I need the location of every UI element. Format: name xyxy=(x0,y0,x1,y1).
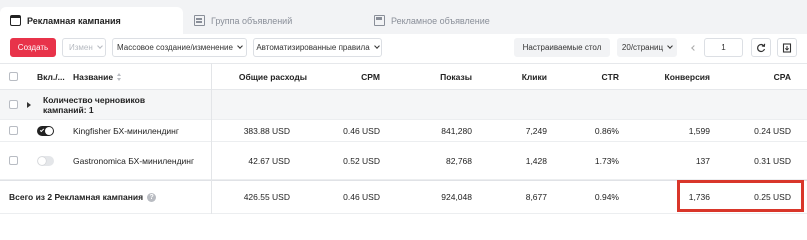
col-name-label: Название xyxy=(73,71,114,82)
total-spend: 426.55 USD xyxy=(243,192,290,202)
tab-ad[interactable]: Рекламное объявление xyxy=(374,7,490,34)
sort-icon xyxy=(117,72,122,81)
total-clicks: 8,677 xyxy=(525,192,547,202)
total-ctr: 0.94% xyxy=(594,192,619,202)
info-icon[interactable]: ? xyxy=(147,192,157,202)
col-ctr[interactable]: CTR xyxy=(549,64,619,89)
custom-columns-button[interactable]: Настраиваемые стол xyxy=(514,38,610,57)
ctr-value: 1.73% xyxy=(594,155,619,166)
table-row[interactable]: Gastronomica БХ-минилендинг 42.67 USD 0.… xyxy=(0,142,807,180)
col-cpm[interactable]: CPM xyxy=(310,64,380,89)
clicks-value: 1,428 xyxy=(525,155,547,166)
edit-label: Измен xyxy=(69,43,93,52)
create-button[interactable]: Создать xyxy=(10,38,56,57)
tab-bar: Рекламная кампания Группа объявлений Рек… xyxy=(0,0,807,34)
cpa-value: 0.24 USD xyxy=(754,125,791,136)
col-name[interactable]: Название xyxy=(73,64,122,89)
drafts-label: Количество черновиков кампаний: 1 xyxy=(43,94,146,115)
doc-icon xyxy=(374,15,385,26)
chevron-down-icon xyxy=(373,43,380,49)
export-button[interactable] xyxy=(777,38,797,57)
tab-ad-group[interactable]: Группа объявлений xyxy=(194,7,292,34)
impressions-value: 841,280 xyxy=(441,125,472,136)
table-header: Вкл./... Название Общие расходы CPM Пока… xyxy=(0,63,807,90)
highlight-box xyxy=(677,180,804,212)
campaign-name[interactable]: Gastronomica БХ-минилендинг xyxy=(73,142,194,179)
tab-ad-group-label: Группа объявлений xyxy=(211,15,293,26)
folder-icon xyxy=(10,15,21,26)
col-cpa[interactable]: CPA xyxy=(712,64,791,89)
conversions-value: 137 xyxy=(695,155,710,166)
export-icon xyxy=(782,42,792,53)
select-all-checkbox[interactable] xyxy=(9,72,18,81)
tab-campaign[interactable]: Рекламная кампания xyxy=(0,7,183,34)
chevron-left-icon xyxy=(691,44,697,51)
row-checkbox[interactable] xyxy=(9,126,18,135)
ctr-value: 0.86% xyxy=(594,125,619,136)
spend-value: 42.67 USD xyxy=(248,155,290,166)
edit-button[interactable]: Измен xyxy=(62,38,106,57)
status-toggle[interactable] xyxy=(37,155,54,166)
row-checkbox[interactable] xyxy=(9,156,18,165)
total-impressions: 924,048 xyxy=(441,192,472,202)
grid-icon xyxy=(194,15,205,26)
bulk-label: Массовое создание/изменение xyxy=(117,43,233,52)
toolbar: Создать Измен Массовое создание/изменени… xyxy=(0,34,807,60)
bulk-create-button[interactable]: Массовое создание/изменение xyxy=(112,38,247,57)
campaign-name[interactable]: Kingfisher БХ-минилендинг xyxy=(73,120,179,141)
refresh-button[interactable] xyxy=(751,38,771,57)
per-page-label: 20/страниц xyxy=(621,43,664,52)
col-on-off: Вкл./... xyxy=(37,71,65,82)
chevron-down-icon xyxy=(667,43,673,49)
tab-ad-label: Рекламное объявление xyxy=(391,15,490,26)
col-spend[interactable]: Общие расходы xyxy=(212,64,307,89)
total-cpm: 0.46 USD xyxy=(343,192,380,202)
table-row[interactable]: Kingfisher БХ-минилендинг 383.88 USD 0.4… xyxy=(0,120,807,142)
conversions-value: 1,599 xyxy=(688,125,710,136)
cpa-value: 0.31 USD xyxy=(754,155,791,166)
chevron-down-icon xyxy=(237,43,243,49)
total-label: Всего из 2 Рекламная кампания xyxy=(9,192,144,202)
per-page-select[interactable]: 20/страниц xyxy=(617,38,677,57)
spend-value: 383.88 USD xyxy=(243,125,290,136)
clicks-value: 7,249 xyxy=(525,125,547,136)
auto-rules-button[interactable]: Автоматизированные правила xyxy=(253,38,382,57)
check-icon xyxy=(39,127,45,132)
col-conversions[interactable]: Конверсия xyxy=(622,64,710,89)
prev-page-button[interactable] xyxy=(685,38,703,57)
refresh-icon xyxy=(757,43,766,52)
status-toggle[interactable] xyxy=(37,125,54,136)
cpm-value: 0.46 USD xyxy=(343,125,380,136)
col-clicks[interactable]: Клики xyxy=(474,64,547,89)
tab-campaign-label: Рекламная кампания xyxy=(27,15,121,26)
page-input[interactable]: 1 xyxy=(704,38,743,57)
drafts-row[interactable]: Количество черновиков кампаний: 1 xyxy=(0,90,807,120)
caret-right-icon[interactable] xyxy=(27,101,31,108)
col-impressions[interactable]: Показы xyxy=(382,64,472,89)
row-checkbox[interactable] xyxy=(9,100,18,109)
frozen-column-divider xyxy=(211,63,212,214)
impressions-value: 82,768 xyxy=(446,155,472,166)
auto-rules-label: Автоматизированные правила xyxy=(256,43,370,52)
chevron-down-icon xyxy=(96,43,103,49)
cpm-value: 0.52 USD xyxy=(343,155,380,166)
